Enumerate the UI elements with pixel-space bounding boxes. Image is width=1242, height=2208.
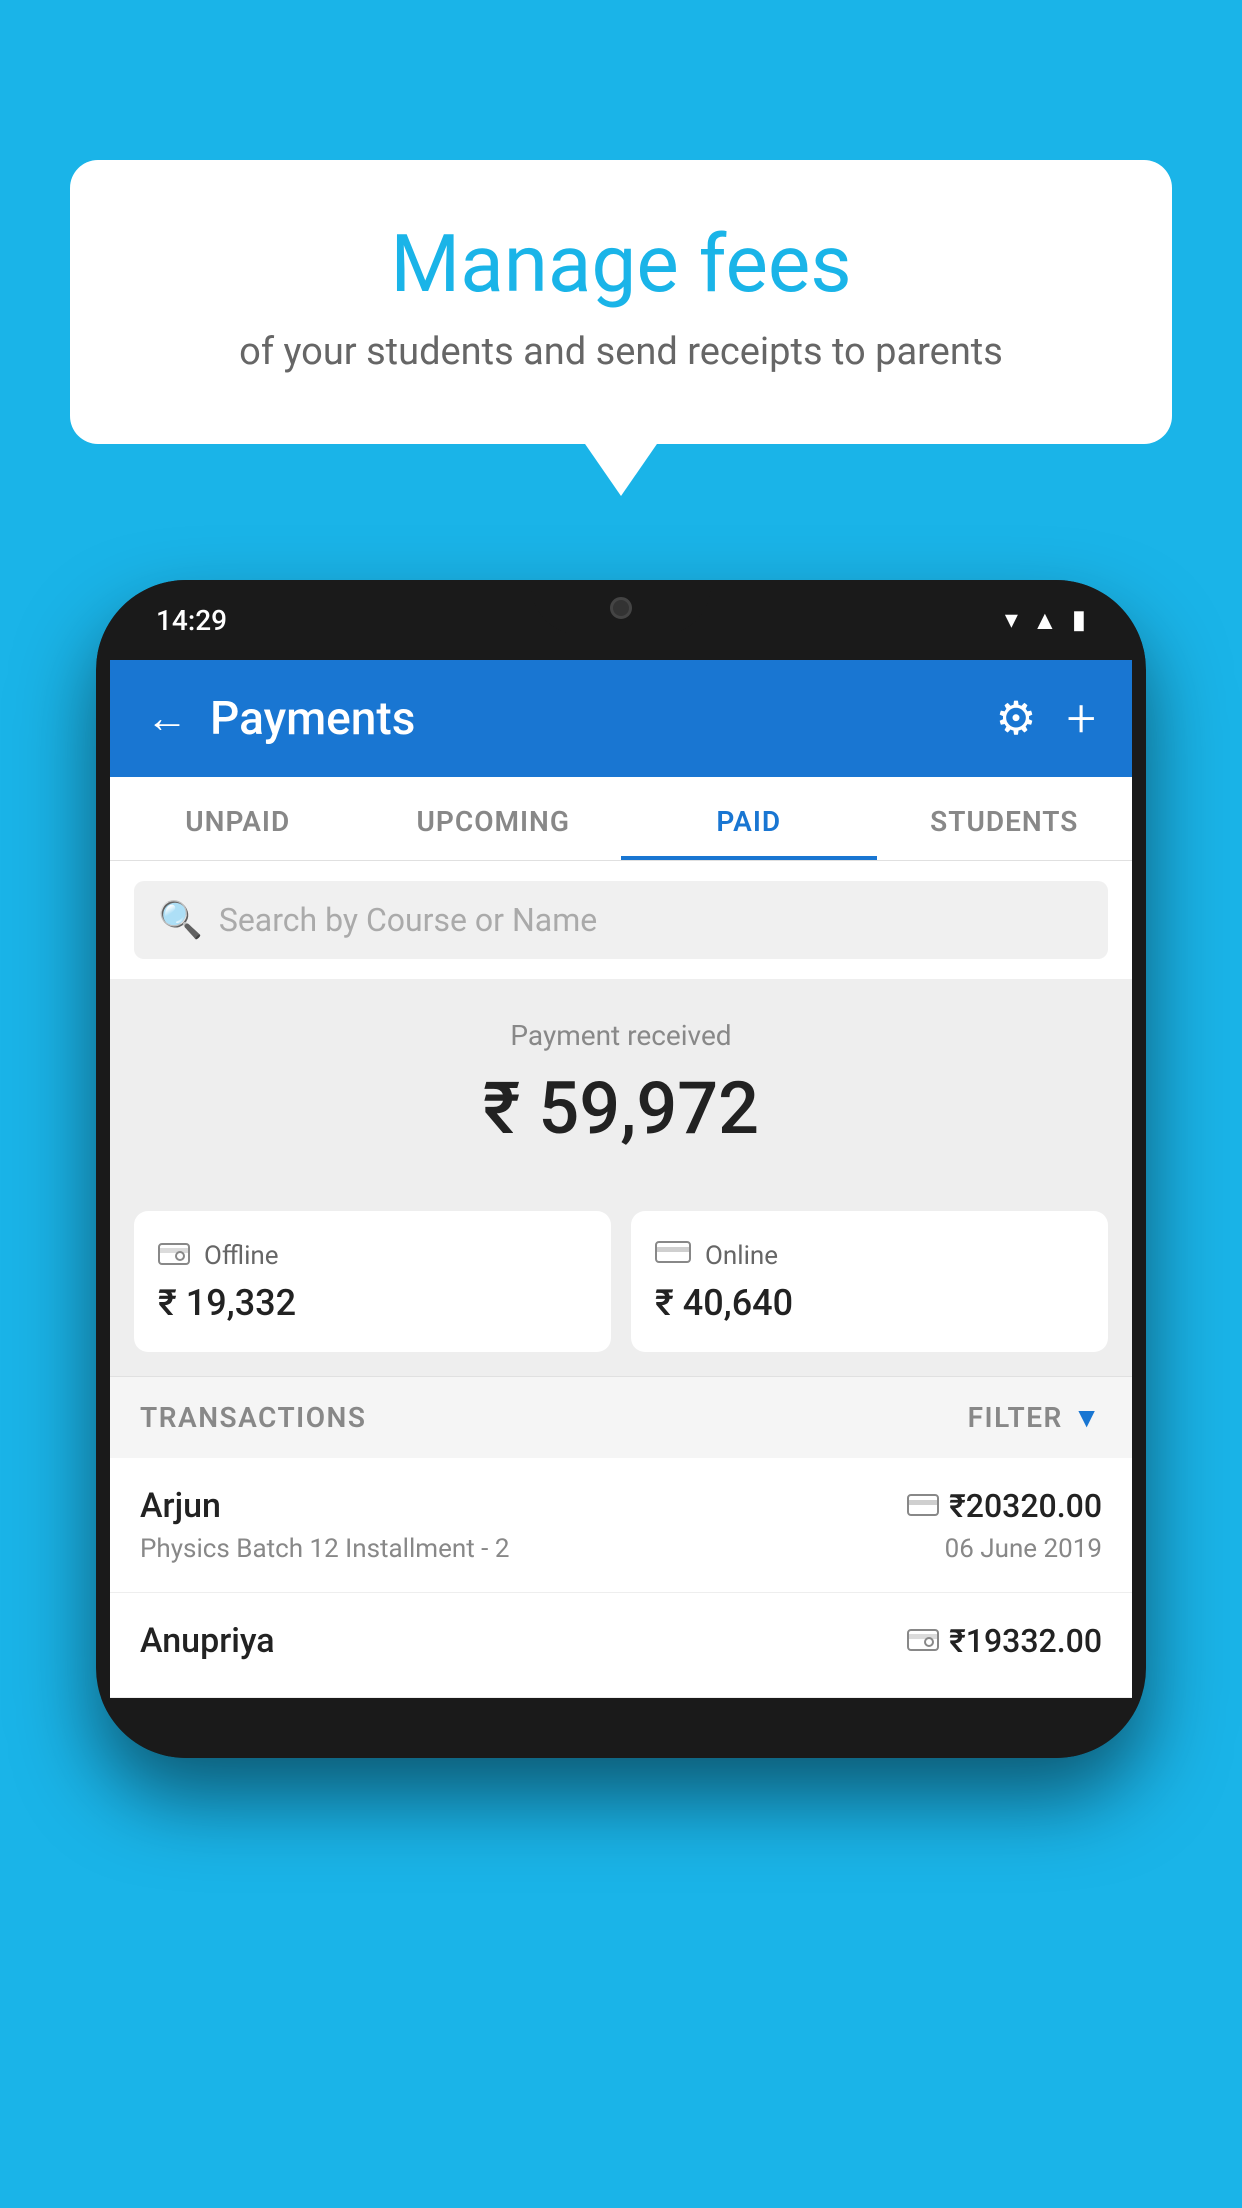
phone-device: 14:29 ▾ ▲ ▮ ← Payments ⚙ +: [96, 580, 1146, 1758]
transaction-amount: ₹20320.00: [949, 1487, 1102, 1525]
transaction-name-2: Anupriya: [140, 1621, 275, 1661]
transaction-name: Arjun: [140, 1486, 221, 1526]
transaction-detail: Physics Batch 12 Installment - 2: [140, 1534, 509, 1564]
header-right: ⚙ +: [995, 688, 1096, 749]
tab-students[interactable]: STUDENTS: [877, 777, 1133, 860]
phone-frame: 14:29 ▾ ▲ ▮ ← Payments ⚙ +: [96, 580, 1146, 1758]
wifi-icon: ▾: [1005, 605, 1018, 635]
settings-icon[interactable]: ⚙: [995, 691, 1036, 746]
search-box[interactable]: 🔍 Search by Course or Name: [134, 881, 1108, 959]
search-icon: 🔍: [158, 899, 203, 941]
status-time: 14:29: [156, 604, 227, 637]
offline-card: Offline ₹ 19,332: [134, 1211, 611, 1352]
card-payment-icon: [907, 1490, 939, 1523]
battery-icon: ▮: [1072, 605, 1086, 635]
transactions-label: TRANSACTIONS: [140, 1401, 366, 1434]
payment-received-section: Payment received ₹ 59,972: [110, 979, 1132, 1187]
tab-unpaid[interactable]: UNPAID: [110, 777, 366, 860]
transaction-amount-wrap: ₹20320.00: [907, 1487, 1102, 1525]
front-camera: [610, 597, 632, 619]
status-icons: ▾ ▲ ▮: [1005, 605, 1086, 636]
search-placeholder: Search by Course or Name: [219, 901, 597, 939]
transaction-date: 06 June 2019: [945, 1534, 1102, 1564]
online-amount: ₹ 40,640: [655, 1282, 1084, 1324]
offline-payment-icon: [158, 1239, 190, 1272]
header-left: ← Payments: [146, 692, 415, 746]
tabs-bar: UNPAID UPCOMING PAID STUDENTS: [110, 777, 1132, 861]
transactions-header: TRANSACTIONS FILTER ▼: [110, 1376, 1132, 1458]
notch: [531, 580, 711, 635]
transaction-row[interactable]: Anupriya ₹19332.00: [110, 1593, 1132, 1698]
back-button[interactable]: ←: [146, 694, 188, 743]
tab-upcoming[interactable]: UPCOMING: [366, 777, 622, 860]
page-title: Payments: [210, 692, 415, 746]
bubble-title: Manage fees: [130, 220, 1112, 308]
transaction-top-row-2: Anupriya ₹19332.00: [140, 1621, 1102, 1661]
payment-cards: Offline ₹ 19,332 Online: [110, 1187, 1132, 1376]
filter-label: FILTER: [968, 1401, 1063, 1434]
transaction-amount-2: ₹19332.00: [949, 1622, 1102, 1660]
app-header: ← Payments ⚙ +: [110, 660, 1132, 777]
online-card-header: Online: [655, 1239, 1084, 1272]
speech-bubble: Manage fees of your students and send re…: [70, 160, 1172, 444]
add-icon[interactable]: +: [1067, 688, 1096, 749]
payment-received-label: Payment received: [140, 1019, 1102, 1052]
payment-total-amount: ₹ 59,972: [140, 1066, 1102, 1151]
online-card: Online ₹ 40,640: [631, 1211, 1108, 1352]
filter-container[interactable]: FILTER ▼: [968, 1401, 1102, 1434]
cash-payment-icon: [907, 1625, 939, 1658]
bubble-subtitle: of your students and send receipts to pa…: [130, 330, 1112, 374]
status-bar: 14:29 ▾ ▲ ▮: [96, 580, 1146, 660]
phone-screen: ← Payments ⚙ + UNPAID UPCOMING PAID STUD…: [110, 660, 1132, 1698]
filter-icon: ▼: [1073, 1401, 1102, 1434]
tab-paid[interactable]: PAID: [621, 777, 877, 860]
phone-bottom-bar: [96, 1698, 1146, 1758]
offline-label: Offline: [204, 1241, 279, 1271]
signal-icon: ▲: [1032, 605, 1058, 636]
offline-card-header: Offline: [158, 1239, 587, 1272]
online-payment-icon: [655, 1239, 691, 1272]
search-container: 🔍 Search by Course or Name: [110, 861, 1132, 979]
transaction-bottom-row: Physics Batch 12 Installment - 2 06 June…: [140, 1534, 1102, 1564]
transaction-top-row: Arjun ₹20320.00: [140, 1486, 1102, 1526]
transaction-amount-wrap-2: ₹19332.00: [907, 1622, 1102, 1660]
offline-amount: ₹ 19,332: [158, 1282, 587, 1324]
online-label: Online: [705, 1241, 778, 1271]
transaction-row[interactable]: Arjun ₹20320.00 Physics Batch 12 Install…: [110, 1458, 1132, 1593]
